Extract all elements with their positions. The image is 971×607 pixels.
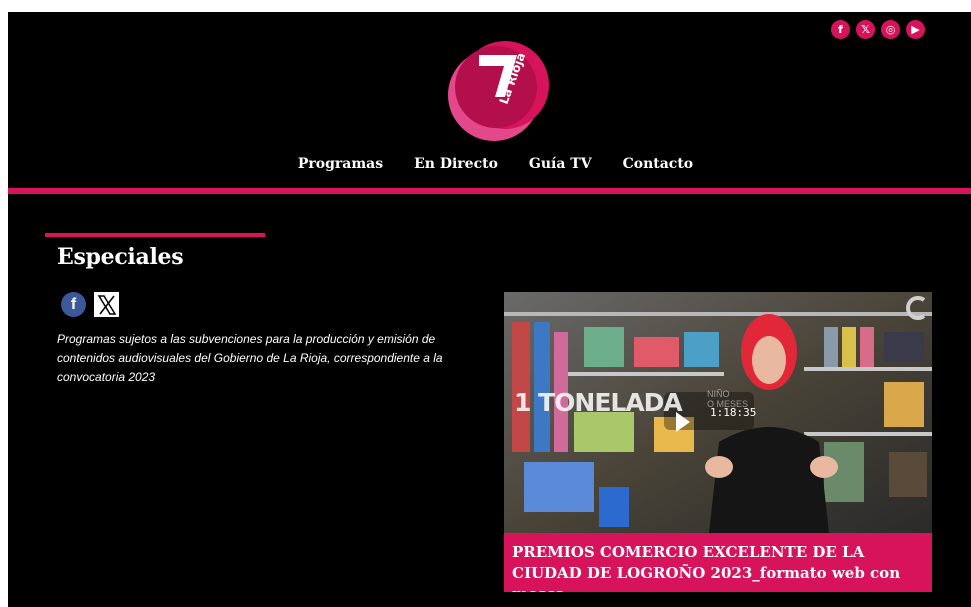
- page-title: Especiales: [57, 244, 184, 270]
- x-twitter-icon[interactable]: 𝕏: [856, 20, 875, 39]
- youtube-icon[interactable]: ▶: [906, 20, 925, 39]
- video-duration: 1:18:35: [710, 406, 757, 419]
- video-caption[interactable]: PREMIOS COMERCIO EXCELENTE DE LA CIUDAD …: [504, 533, 932, 592]
- section-description: Programas sujetos a las subvenciones par…: [57, 332, 443, 384]
- channel-watermark-icon: [904, 296, 928, 320]
- share-buttons: f: [61, 292, 119, 317]
- instagram-icon[interactable]: ◎: [881, 20, 900, 39]
- video-thumbnail[interactable]: 1 TONELADA NIÑO O MESES 1:18:35: [504, 292, 932, 533]
- play-icon[interactable]: [676, 412, 690, 432]
- share-x-icon[interactable]: [94, 292, 119, 317]
- site-logo[interactable]: La Rioja: [439, 35, 553, 147]
- share-facebook-icon[interactable]: f: [61, 292, 86, 317]
- social-links: f 𝕏 ◎ ▶: [831, 20, 925, 39]
- nav-programas[interactable]: Programas: [298, 156, 383, 172]
- main-nav: Programas En Directo Guía TV Contacto: [8, 156, 971, 172]
- facebook-icon[interactable]: f: [831, 20, 850, 39]
- nav-en-directo[interactable]: En Directo: [414, 156, 498, 172]
- video-card[interactable]: 1 TONELADA NIÑO O MESES 1:18:35 PREMIOS …: [504, 292, 932, 592]
- section-accent-line: [45, 233, 265, 237]
- page-frame: f 𝕏 ◎ ▶ La Rioja Programas En Directo Gu…: [8, 12, 971, 607]
- video-overlay-text: 1 TONELADA: [514, 388, 683, 417]
- header-divider: [8, 188, 971, 194]
- nav-guia-tv[interactable]: Guía TV: [529, 156, 592, 172]
- nav-contacto[interactable]: Contacto: [623, 156, 694, 172]
